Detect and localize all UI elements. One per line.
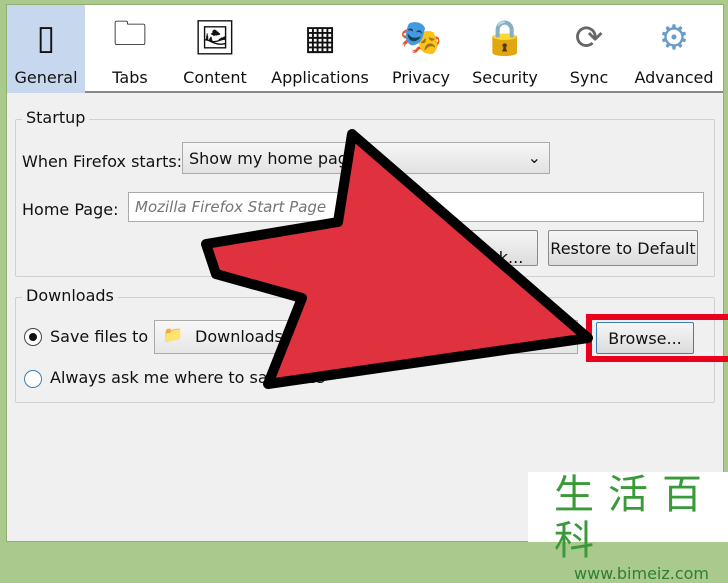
red-arrow-shape	[201, 129, 593, 389]
watermark-logo: 生活百科 www.bimeiz.com	[528, 472, 728, 583]
watermark-chars: 生活百科	[554, 472, 716, 564]
watermark-url: www.bimeiz.com	[574, 564, 710, 583]
pointer-arrow	[201, 129, 593, 389]
